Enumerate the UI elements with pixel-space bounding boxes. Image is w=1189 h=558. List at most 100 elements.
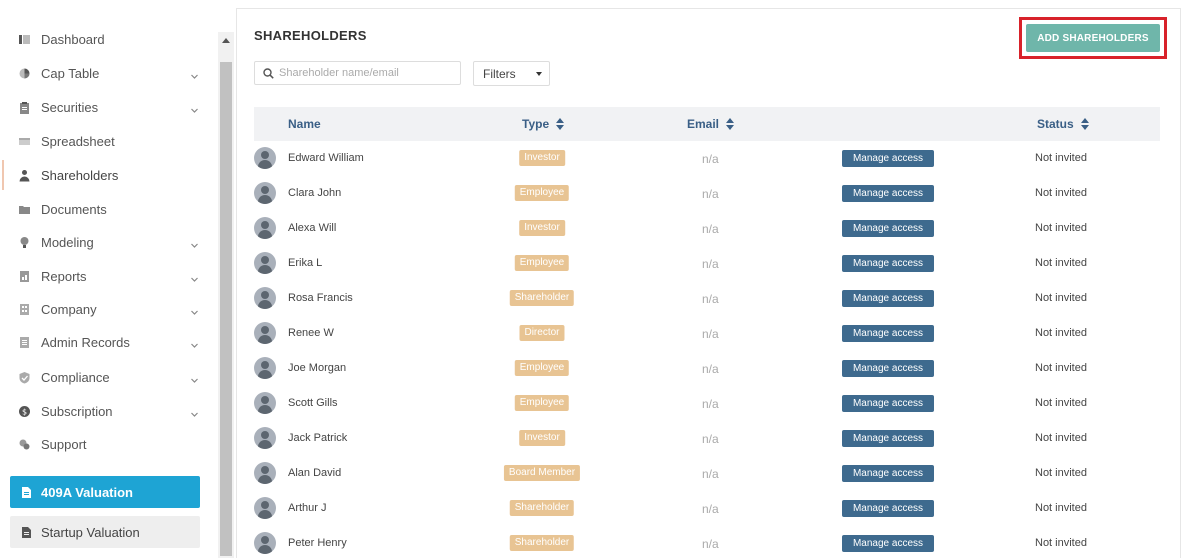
chevron-down-icon[interactable] [190, 373, 199, 383]
manage-access-button[interactable]: Manage access [842, 185, 934, 202]
chevron-down-icon[interactable] [190, 338, 199, 348]
table-row: Scott Gills Employee n/a Manage access Not i… [254, 386, 1160, 421]
manage-access-button[interactable]: Manage access [842, 150, 934, 167]
column-header-status[interactable]: Status [1037, 117, 1089, 131]
sidebar-item-shareholders[interactable]: Shareholders [0, 160, 210, 190]
user-icon [261, 326, 269, 334]
sidebar-item-compliance[interactable]: Compliance [0, 362, 210, 392]
sidebar-item-documents[interactable]: Documents [0, 194, 210, 224]
sidebar-item-spreadsheet[interactable]: Spreadsheet [0, 126, 210, 156]
email-value: n/a [702, 432, 719, 446]
sidebar-item-label: Reports [41, 268, 87, 284]
sidebar-item-support[interactable]: Support [0, 429, 210, 459]
sidebar-item-label: Documents [41, 201, 107, 217]
user-icon [18, 169, 31, 182]
avatar [254, 392, 276, 414]
status-value: Not invited [1035, 502, 1087, 514]
manage-access-button[interactable]: Manage access [842, 325, 934, 342]
sidebar-item-label: Dashboard [41, 31, 105, 47]
sidebar-scrollbar[interactable] [218, 32, 234, 558]
avatar [254, 427, 276, 449]
user-icon [261, 536, 269, 544]
type-badge: Employee [514, 360, 570, 376]
shareholder-name[interactable]: Erika L [288, 257, 322, 269]
shareholder-name[interactable]: Peter Henry [288, 537, 347, 549]
type-badge: Shareholder [509, 535, 575, 551]
chevron-down-icon[interactable] [190, 69, 199, 79]
status-value: Not invited [1035, 362, 1087, 374]
building-icon [18, 303, 31, 316]
sort-icon[interactable] [556, 118, 565, 130]
table-row: Alan David Board Member n/a Manage access No… [254, 456, 1160, 491]
status-value: Not invited [1035, 222, 1087, 234]
sidebar-item-dashboard[interactable]: Dashboard [0, 24, 210, 54]
search-field[interactable] [254, 61, 461, 85]
shareholder-name[interactable]: Alexa Will [288, 222, 336, 234]
shareholder-name[interactable]: Scott Gills [288, 397, 338, 409]
manage-access-button[interactable]: Manage access [842, 430, 934, 447]
shareholder-name[interactable]: Alan David [288, 467, 341, 479]
sidebar-item-company[interactable]: Company [0, 294, 210, 324]
manage-access-button[interactable]: Manage access [842, 395, 934, 412]
email-value: n/a [702, 327, 719, 341]
shareholder-name[interactable]: Joe Morgan [288, 362, 346, 374]
filters-dropdown[interactable]: Filters [473, 61, 550, 86]
manage-access-button[interactable]: Manage access [842, 220, 934, 237]
status-value: Not invited [1035, 537, 1087, 549]
user-icon-body [258, 230, 272, 239]
shareholder-name[interactable]: Edward William [288, 152, 364, 164]
manage-access-button[interactable]: Manage access [842, 465, 934, 482]
sort-icon[interactable] [726, 118, 735, 130]
shareholder-name[interactable]: Clara John [288, 187, 341, 199]
email-value: n/a [702, 292, 719, 306]
manage-access-button[interactable]: Manage access [842, 255, 934, 272]
manage-access-button[interactable]: Manage access [842, 500, 934, 517]
shareholder-name[interactable]: Rosa Francis [288, 292, 353, 304]
sidebar-item-cap-table[interactable]: Cap Table [0, 58, 210, 88]
avatar [254, 147, 276, 169]
chevron-down-icon[interactable] [190, 272, 199, 282]
search-icon [263, 68, 274, 79]
startup-valuation-label: Startup Valuation [41, 524, 140, 540]
sidebar-item-label: Subscription [41, 403, 113, 419]
chevron-down-icon[interactable] [190, 407, 199, 417]
caret-down-icon [536, 72, 542, 76]
shareholder-name[interactable]: Renee W [288, 327, 334, 339]
sort-icon[interactable] [1080, 118, 1089, 130]
sidebar-item-admin-records[interactable]: Admin Records [0, 327, 210, 357]
user-icon-body [258, 335, 272, 344]
startup-valuation-button[interactable]: Startup Valuation [10, 516, 200, 548]
type-badge: Director [519, 325, 565, 341]
column-header-email[interactable]: Email [687, 117, 735, 131]
scroll-thumb[interactable] [220, 62, 232, 556]
avatar [254, 287, 276, 309]
search-input[interactable] [279, 64, 457, 82]
manage-access-button[interactable]: Manage access [842, 290, 934, 307]
chevron-down-icon[interactable] [190, 305, 199, 315]
sidebar-item-modeling[interactable]: Modeling [0, 227, 210, 257]
filters-label: Filters [483, 67, 516, 81]
column-header-name[interactable]: Name [288, 117, 321, 131]
sidebar-item-subscription[interactable]: $ Subscription [0, 396, 210, 426]
avatar [254, 182, 276, 204]
status-value: Not invited [1035, 257, 1087, 269]
chevron-down-icon[interactable] [190, 238, 199, 248]
shareholder-name[interactable]: Jack Patrick [288, 432, 347, 444]
valuation-409a-button[interactable]: 409A Valuation [10, 476, 200, 508]
manage-access-button[interactable]: Manage access [842, 360, 934, 377]
avatar [254, 217, 276, 239]
column-header-type[interactable]: Type [522, 117, 565, 131]
sidebar-item-securities[interactable]: Securities [0, 92, 210, 122]
add-shareholders-button[interactable]: ADD SHAREHOLDERS [1026, 24, 1160, 52]
type-badge: Investor [519, 150, 565, 166]
manage-access-button[interactable]: Manage access [842, 535, 934, 552]
sidebar-item-label: Company [41, 301, 97, 317]
lightbulb-icon [18, 236, 31, 249]
scroll-up-arrow-icon[interactable] [222, 38, 230, 43]
chevron-down-icon[interactable] [190, 103, 199, 113]
sidebar-item-reports[interactable]: Reports [0, 261, 210, 291]
shareholder-name[interactable]: Arthur J [288, 502, 327, 514]
status-value: Not invited [1035, 187, 1087, 199]
valuation-409a-label: 409A Valuation [41, 484, 133, 500]
avatar [254, 532, 276, 554]
